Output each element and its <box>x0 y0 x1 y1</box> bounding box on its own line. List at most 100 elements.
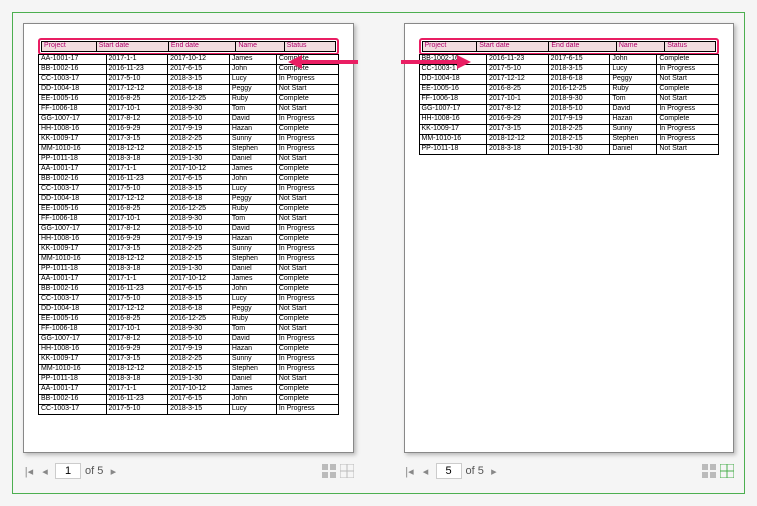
table-cell: Peggy <box>229 305 276 315</box>
table-cell: Lucy <box>229 185 276 195</box>
table-cell: 2016-8-25 <box>106 315 168 325</box>
table-cell: 2017-12-12 <box>487 75 549 85</box>
table-cell: 2017-3-15 <box>106 245 168 255</box>
table-cell: 2018-2-15 <box>168 365 230 375</box>
prev-page-button[interactable]: ◂ <box>420 465 432 477</box>
first-page-button[interactable]: |◂ <box>404 465 416 477</box>
next-page-button[interactable]: ▸ <box>488 465 500 477</box>
table-cell: Stephen <box>229 365 276 375</box>
table-cell: 2018-2-25 <box>168 245 230 255</box>
next-page-button[interactable]: ▸ <box>107 465 119 477</box>
data-table-left: AA-1001-172017-1-12017-10-12JamesComplet… <box>38 54 339 415</box>
table-cell: Hazan <box>229 235 276 245</box>
table-cell: Complete <box>657 55 719 65</box>
page-number-input[interactable] <box>55 463 81 479</box>
table-cell: Not Start <box>276 265 338 275</box>
table-cell: DD-1004-18 <box>419 75 487 85</box>
table-cell: Lucy <box>229 405 276 415</box>
table-cell: 2018-6-18 <box>168 85 230 95</box>
table-cell: 2018-6-18 <box>548 75 610 85</box>
table-cell: John <box>229 175 276 185</box>
table-cell: 2018-5-10 <box>168 115 230 125</box>
table-cell: PP-1011-18 <box>39 375 107 385</box>
table-cell: Sunny <box>229 355 276 365</box>
table-cell: 2017-10-12 <box>168 55 230 65</box>
table-cell: 2018-6-18 <box>168 305 230 315</box>
table-cell: 2016-12-25 <box>548 85 610 95</box>
table-cell: 2017-9-19 <box>168 125 230 135</box>
table-cell: CC-1003-17 <box>39 75 107 85</box>
table-cell: Daniel <box>229 265 276 275</box>
table-cell: EE-1005-16 <box>39 95 107 105</box>
prev-page-button[interactable]: ◂ <box>39 465 51 477</box>
column-header: Name <box>236 42 284 52</box>
table-cell: 2018-2-15 <box>168 255 230 265</box>
table-row: BB-1002-162016-11-232017-6-15JohnComplet… <box>39 395 339 405</box>
grid-view-icon[interactable] <box>322 464 336 478</box>
table-cell: Tom <box>610 95 657 105</box>
table-cell: 2017-8-12 <box>106 225 168 235</box>
grid-view-icon[interactable] <box>702 464 716 478</box>
column-header: Start date <box>477 42 549 52</box>
table-cell: KK-1009-17 <box>39 135 107 145</box>
table-cell: 2016-8-25 <box>106 205 168 215</box>
table-cell: DD-1004-18 <box>39 85 107 95</box>
table-cell: David <box>610 105 657 115</box>
table-cell: HH-1008-16 <box>419 115 487 125</box>
comparison-container: ProjectStart dateEnd dateNameStatus AA-1… <box>12 12 745 494</box>
table-row: DD-1004-182017-12-122018-6-18PeggyNot St… <box>39 195 339 205</box>
right-preview: ProjectStart dateEnd dateNameStatus BB-1… <box>404 23 735 483</box>
table-cell: 2016-9-29 <box>106 125 168 135</box>
table-cell: Lucy <box>229 295 276 305</box>
table-cell: 2018-2-25 <box>548 125 610 135</box>
table-row: MM-1010-162018-12-122018-2-15StephenIn P… <box>419 135 719 145</box>
table-cell: 2017-1-1 <box>106 385 168 395</box>
table-cell: Stephen <box>229 145 276 155</box>
table-cell: Hazan <box>610 115 657 125</box>
table-cell: Not Start <box>276 215 338 225</box>
table-row: KK-1009-172017-3-152018-2-25SunnyIn Prog… <box>39 135 339 145</box>
table-row: KK-1009-172017-3-152018-2-25SunnyIn Prog… <box>419 125 719 135</box>
table-row: GG-1007-172017-8-122018-5-10DavidIn Prog… <box>419 105 719 115</box>
table-cell: CC-1003-17 <box>39 405 107 415</box>
table-cell: 2018-5-10 <box>168 335 230 345</box>
table-cell: Not Start <box>276 305 338 315</box>
table-cell: MM-1010-16 <box>39 365 107 375</box>
table-cell: 2017-1-1 <box>106 165 168 175</box>
table-cell: 2017-6-15 <box>168 285 230 295</box>
table-cell: David <box>229 225 276 235</box>
table-cell: 2018-12-12 <box>106 145 168 155</box>
table-cell: 2016-9-29 <box>106 235 168 245</box>
table-row: HH-1008-162016-9-292017-9-19HazanComplet… <box>419 115 719 125</box>
table-row: GG-1007-172017-8-122018-5-10DavidIn Prog… <box>39 115 339 125</box>
table-cell: Not Start <box>657 95 719 105</box>
table-row: PP-1011-182018-3-182019-1-30DanielNot St… <box>419 145 719 155</box>
table-cell: 2016-11-23 <box>106 175 168 185</box>
table-cell: Complete <box>276 275 338 285</box>
table-cell: PP-1011-18 <box>39 265 107 275</box>
table-cell: David <box>229 335 276 345</box>
table-cell: John <box>229 65 276 75</box>
table-cell: KK-1009-17 <box>39 355 107 365</box>
first-page-button[interactable]: |◂ <box>23 465 35 477</box>
table-cell: John <box>610 55 657 65</box>
grid-view-alt-icon[interactable] <box>720 464 734 478</box>
table-cell: 2018-6-18 <box>168 195 230 205</box>
column-header: Start date <box>96 42 168 52</box>
table-cell: 2018-3-18 <box>106 265 168 275</box>
table-cell: Ruby <box>229 95 276 105</box>
table-row: MM-1010-162018-12-122018-2-15StephenIn P… <box>39 365 339 375</box>
table-cell: In Progress <box>276 145 338 155</box>
table-cell: 2017-10-12 <box>168 385 230 395</box>
table-cell: Ruby <box>229 315 276 325</box>
table-row: CC-1003-172017-5-102018-3-15LucyIn Progr… <box>39 185 339 195</box>
table-cell: Sunny <box>229 245 276 255</box>
table-cell: In Progress <box>276 355 338 365</box>
pager-right: |◂ ◂ of 5 ▸ <box>404 463 735 479</box>
grid-view-alt-icon[interactable] <box>340 464 354 478</box>
column-header: Name <box>616 42 664 52</box>
table-cell: Tom <box>229 325 276 335</box>
table-cell: 2017-10-12 <box>168 275 230 285</box>
page-number-input[interactable] <box>436 463 462 479</box>
table-cell: 2017-3-15 <box>106 355 168 365</box>
